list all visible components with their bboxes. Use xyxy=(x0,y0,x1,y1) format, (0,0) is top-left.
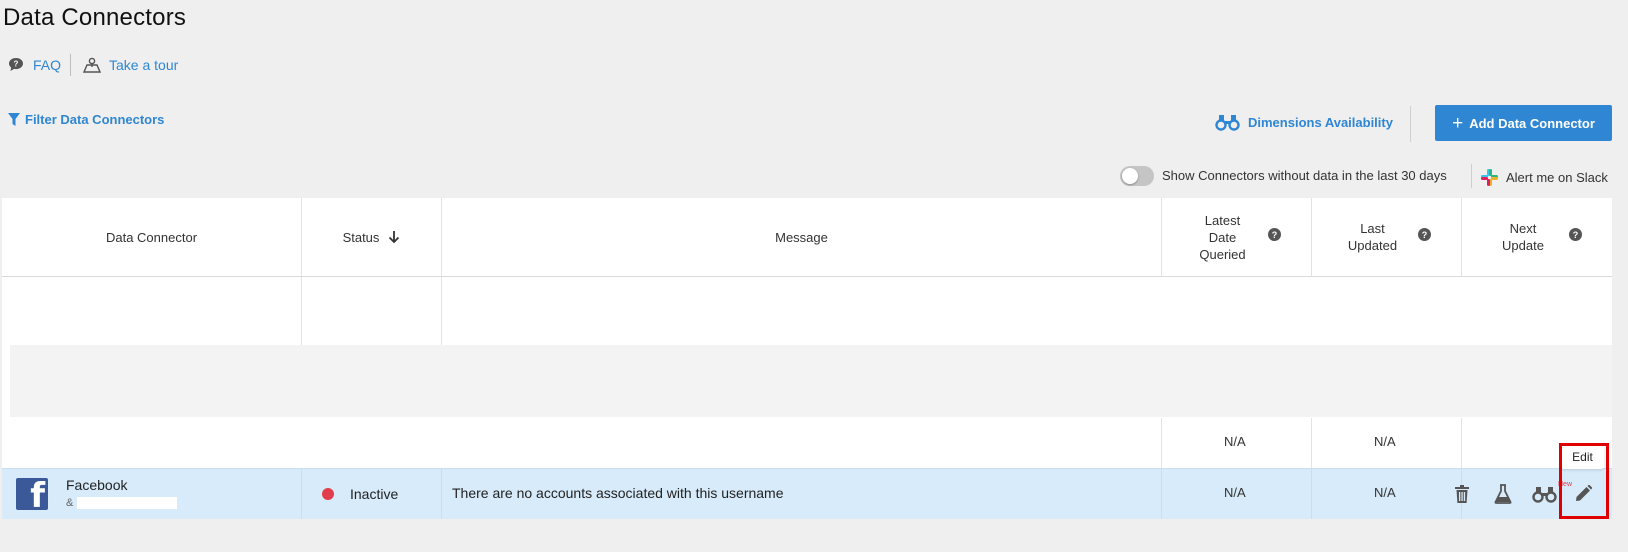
column-label-line: Update xyxy=(1502,238,1544,253)
column-header-message[interactable]: Message xyxy=(442,198,1162,276)
column-divider xyxy=(301,277,302,345)
filter-label: Filter Data Connectors xyxy=(25,112,165,127)
column-label: Status xyxy=(342,229,380,245)
svg-text:?: ? xyxy=(1573,230,1579,240)
page-title: Data Connectors xyxy=(3,4,187,31)
status-inactive-dot xyxy=(322,488,334,500)
filter-icon xyxy=(8,112,20,126)
column-label-line: Latest xyxy=(1204,212,1241,228)
table-header: Data Connector Status Message Latest Dat… xyxy=(2,198,1612,277)
column-divider xyxy=(1311,469,1312,519)
column-label: Message xyxy=(775,229,828,245)
binoculars-icon[interactable] xyxy=(1532,486,1557,503)
divider xyxy=(70,54,72,76)
status-text: Inactive xyxy=(350,486,399,502)
add-data-connector-label: Add Data Connector xyxy=(1469,115,1595,131)
slack-icon xyxy=(1481,169,1498,186)
question-bubble-icon: ? xyxy=(9,58,23,71)
message-text: There are no accounts associated with th… xyxy=(452,485,784,501)
column-divider xyxy=(1161,418,1162,468)
help-icon[interactable]: ? xyxy=(1268,228,1281,241)
column-header-status[interactable]: Status xyxy=(302,198,442,276)
faq-label: FAQ xyxy=(33,57,62,73)
latest-date-cell: N/A xyxy=(1224,434,1246,449)
column-header-next-update[interactable]: Next Update ? xyxy=(1462,198,1612,276)
column-divider xyxy=(301,469,302,519)
facebook-icon: f xyxy=(16,478,48,510)
column-label-line: Last xyxy=(1360,221,1385,236)
table-row[interactable]: f Facebook & Inactive There are no accou… xyxy=(2,468,1612,519)
user-icon: & xyxy=(66,497,74,509)
column-divider xyxy=(441,277,442,345)
edit-tooltip: Edit xyxy=(1561,445,1604,469)
last-updated-cell: N/A xyxy=(1374,485,1396,500)
column-label: Data Connector xyxy=(105,229,198,245)
divider xyxy=(1471,164,1472,188)
latest-date-cell: N/A xyxy=(1224,485,1246,500)
dimensions-availability-label: Dimensions Availability xyxy=(1248,115,1393,130)
dimensions-availability-button[interactable]: Dimensions Availability xyxy=(1215,114,1393,131)
trash-icon[interactable] xyxy=(1455,485,1469,503)
column-divider xyxy=(1311,418,1312,468)
pencil-icon[interactable] xyxy=(1575,485,1592,502)
column-label: Next Update xyxy=(1502,220,1544,254)
new-badge: New xyxy=(1558,481,1573,488)
show-connectors-toggle[interactable] xyxy=(1120,166,1154,186)
column-label-line: Date xyxy=(1208,229,1237,245)
connector-name[interactable]: Facebook xyxy=(66,477,127,493)
column-label: Latest Date Queried xyxy=(1199,212,1245,263)
column-label-line: Next xyxy=(1509,221,1537,236)
help-icon[interactable]: ? xyxy=(1569,228,1582,241)
column-divider xyxy=(1161,469,1162,519)
last-updated-cell: N/A xyxy=(1374,434,1396,449)
faq-link[interactable]: ? FAQ xyxy=(8,57,61,73)
svg-text:?: ? xyxy=(1272,230,1278,240)
connector-username: & xyxy=(66,497,178,509)
loading-row xyxy=(10,345,1612,417)
column-label: Last Updated xyxy=(1348,220,1397,254)
flask-icon[interactable] xyxy=(1494,484,1512,504)
filter-data-connectors-button[interactable]: Filter Data Connectors xyxy=(8,112,164,127)
divider xyxy=(1410,106,1411,142)
column-header-connector[interactable]: Data Connector xyxy=(2,198,302,276)
take-tour-label: Take a tour xyxy=(109,57,179,73)
redacted-username xyxy=(77,497,178,509)
column-divider xyxy=(1461,418,1462,468)
column-header-latest-date[interactable]: Latest Date Queried ? xyxy=(1162,198,1312,276)
column-label-line: Updated xyxy=(1347,238,1398,253)
column-label-line: Queried xyxy=(1199,246,1246,262)
help-links: ? FAQ Take a tour xyxy=(8,54,178,76)
take-tour-link[interactable]: Take a tour xyxy=(83,57,178,74)
binoculars-icon xyxy=(1215,115,1240,131)
svg-text:?: ? xyxy=(14,60,19,69)
toggle-knob xyxy=(1122,168,1138,184)
plus-icon: + xyxy=(1452,112,1464,134)
add-data-connector-button[interactable]: + Add Data Connector xyxy=(1435,105,1612,141)
alert-slack-button[interactable]: Alert me on Slack xyxy=(1481,169,1608,186)
sort-down-icon xyxy=(389,231,400,244)
alert-slack-label: Alert me on Slack xyxy=(1506,170,1608,185)
svg-text:?: ? xyxy=(1422,230,1428,240)
column-header-last-updated[interactable]: Last Updated ? xyxy=(1312,198,1462,276)
column-divider xyxy=(441,469,442,519)
help-icon[interactable]: ? xyxy=(1418,228,1431,241)
map-tour-icon xyxy=(83,57,102,73)
show-connectors-label: Show Connectors without data in the last… xyxy=(1162,168,1447,183)
